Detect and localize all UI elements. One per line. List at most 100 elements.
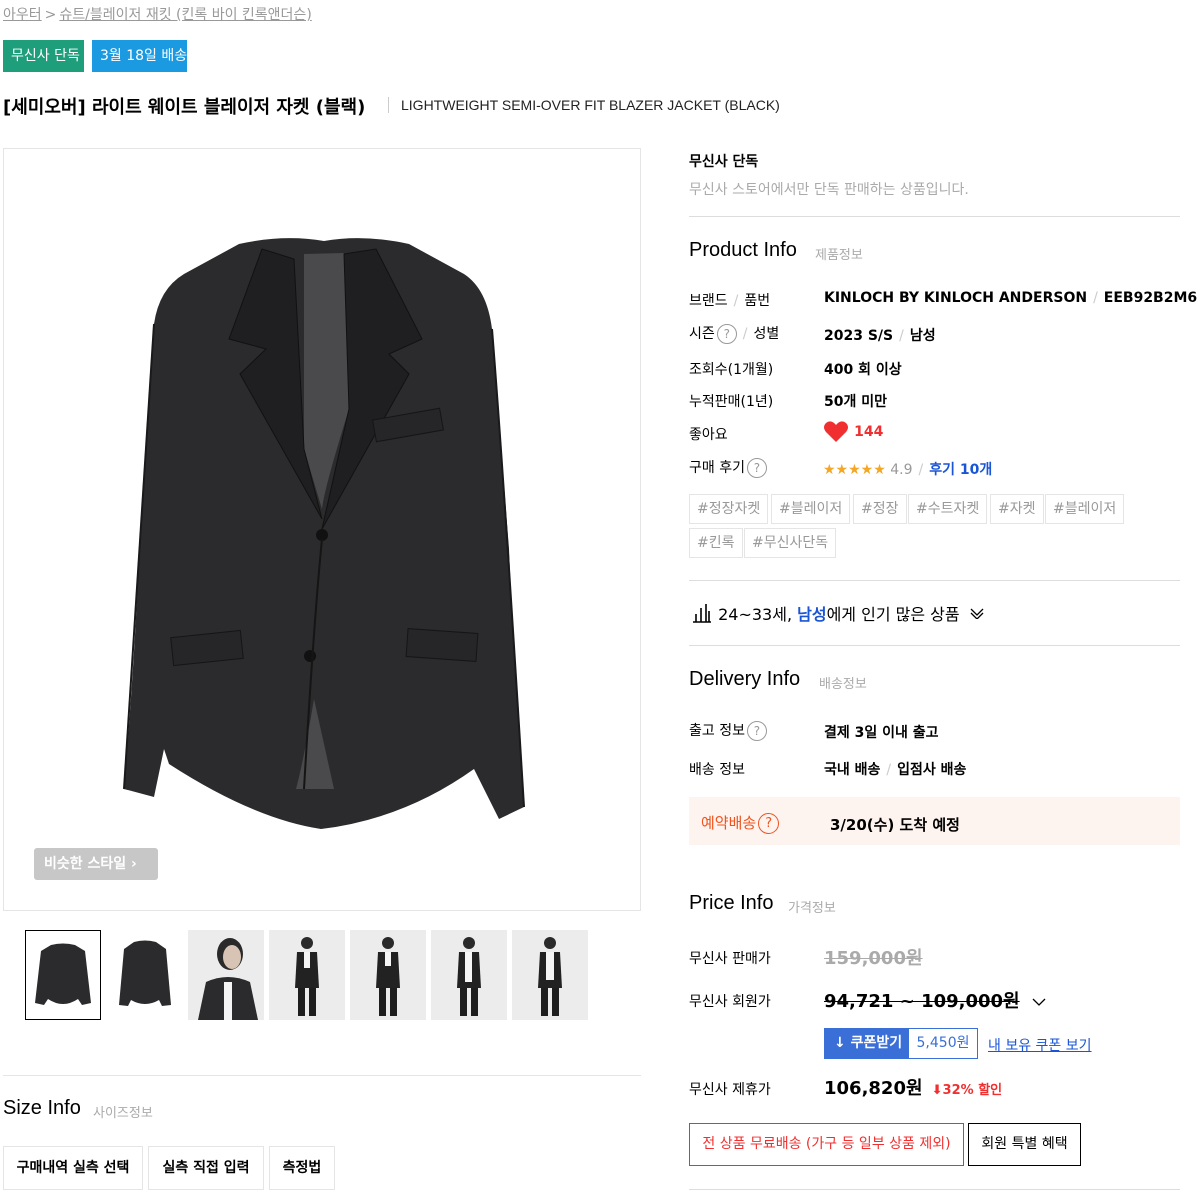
chevron-down-icon <box>970 608 984 620</box>
product-info-subtitle: 제품정보 <box>815 248 863 263</box>
brand-code-label: 브랜드 / 품번 <box>689 293 771 309</box>
thumbnail-model-full-2[interactable] <box>350 930 426 1020</box>
popular-products-toggle[interactable]: 24~33세, 남성에게 인기 많은 상품 <box>691 601 985 625</box>
sales-label: 누적판매(1년) <box>689 394 774 410</box>
member-price-label: 무신사 회원가 <box>689 994 771 1010</box>
tag[interactable]: #수트자켓 <box>908 494 988 524</box>
partner-price-row: 106,820원 ⬇32% 할인 <box>824 1074 1002 1100</box>
brand-label: 브랜드 <box>689 293 728 309</box>
reserve-date: 3/20(수) 도착 예정 <box>830 816 960 834</box>
shipping-value: 국내 배송 / 입점사 배송 <box>824 762 967 778</box>
divider <box>689 645 1180 646</box>
product-title-ko: [세미오버] 라이트 웨이트 블레이저 자켓 (블랙) <box>3 97 366 118</box>
tag[interactable]: #킨록 <box>689 528 743 558</box>
free-shipping-banner[interactable]: 전 상품 무료배송 (가구 등 일부 상품 제외) <box>689 1123 964 1166</box>
coupon-amount: 5,450원 <box>908 1028 978 1059</box>
purchase-history-size-button[interactable]: 구매내역 실측 선택 <box>3 1146 143 1190</box>
help-icon[interactable]: ? <box>716 324 737 344</box>
tag[interactable]: #블레이저 <box>771 494 851 524</box>
thumbnail-model-full-3[interactable] <box>431 930 507 1020</box>
review-count-link[interactable]: 후기 10개 <box>929 462 992 478</box>
my-coupons-link[interactable]: 내 보유 쿠폰 보기 <box>988 1035 1092 1055</box>
main-product-image[interactable] <box>3 148 641 911</box>
help-icon[interactable]: ? <box>758 813 780 834</box>
member-price-toggle[interactable]: 94,721 ~ 109,000원 <box>824 987 1047 1013</box>
views-label: 조회수(1개월) <box>689 362 774 378</box>
discount-text: 32% 할인 <box>942 1083 1003 1098</box>
reserve-label: 예약배송 <box>701 814 757 832</box>
review-label: 구매 후기 <box>689 460 745 476</box>
thumbnail-jacket-back[interactable] <box>107 930 183 1020</box>
release-value: 결제 3일 이내 출고 <box>824 725 939 741</box>
download-icon: ↓ <box>834 1035 846 1051</box>
popular-suffix: 에게 인기 많은 상품 <box>826 605 960 624</box>
tag[interactable]: #블레이저 <box>1045 494 1125 524</box>
partner-price-label: 무신사 제휴가 <box>689 1082 771 1098</box>
popular-age-range: 24~33세, <box>718 605 793 624</box>
delivery-date-badge: 3월 18일 배송 <box>92 40 187 72</box>
exclusive-notice-title: 무신사 단독 <box>689 154 759 170</box>
coupon-button-label: 쿠폰받기 <box>850 1035 903 1051</box>
code-label: 품번 <box>744 293 771 309</box>
rating-value: 4.9 <box>890 462 913 478</box>
season-gender-value: 2023 S/S / 남성 <box>824 328 936 344</box>
breadcrumb-category-link[interactable]: 아우터 <box>3 7 42 23</box>
member-price: 94,721 ~ 109,000원 <box>824 991 1020 1012</box>
direct-size-input-button[interactable]: 실측 직접 입력 <box>148 1146 264 1190</box>
shipping-label: 배송 정보 <box>689 762 745 778</box>
likes-label: 좋아요 <box>689 427 728 443</box>
exclusive-badge: 무신사 단독 <box>3 40 84 72</box>
gender-value: 남성 <box>909 328 936 344</box>
measurement-guide-button[interactable]: 측정법 <box>269 1146 335 1190</box>
breadcrumb-separator: > <box>44 7 57 23</box>
title-divider <box>388 97 389 113</box>
views-value: 400 회 이상 <box>824 362 902 378</box>
blazer-image <box>123 238 525 829</box>
thumbnail-model-full-4[interactable] <box>512 930 588 1020</box>
tag[interactable]: #자켓 <box>990 494 1044 524</box>
tag[interactable]: #정장자켓 <box>689 494 769 524</box>
sale-price-label: 무신사 판매가 <box>689 951 771 967</box>
similar-style-label: 비슷한 스타일 <box>44 856 127 872</box>
popular-gender: 남성 <box>797 605 827 624</box>
help-icon[interactable]: ? <box>746 721 767 741</box>
similar-style-button[interactable]: 비슷한 스타일 › <box>34 848 158 880</box>
delivery-info-title: Delivery Info <box>689 668 801 690</box>
delivery-info-subtitle: 배송정보 <box>819 677 867 692</box>
member-benefit-button[interactable]: 회원 특별 혜택 <box>968 1123 1081 1166</box>
help-icon[interactable]: ? <box>746 458 767 478</box>
gender-label: 성별 <box>753 326 780 342</box>
coupon-download-button[interactable]: ↓ 쿠폰받기 <box>824 1028 908 1059</box>
thumbnail-model-closeup[interactable] <box>188 930 264 1020</box>
breadcrumb-subcategory-link[interactable]: 슈트/블레이저 재킷 (킨록 바이 킨록앤더슨) <box>59 7 311 23</box>
tag[interactable]: #무신사단독 <box>744 528 837 558</box>
discount-rate: ⬇32% 할인 <box>932 1083 1002 1098</box>
season-gender-label: 시즌? / 성별 <box>689 324 780 344</box>
chevron-down-icon <box>1032 998 1046 1006</box>
size-divider <box>3 1075 641 1076</box>
release-label: 출고 정보 <box>689 723 745 739</box>
like-button[interactable]: 144 <box>823 420 883 444</box>
shipping-store: 입점사 배송 <box>897 762 967 778</box>
thumbnail-jacket-front[interactable] <box>25 930 101 1020</box>
reserve-label-row: 예약배송? <box>701 812 780 834</box>
divider <box>689 1189 1180 1190</box>
product-info-title: Product Info <box>689 239 797 261</box>
code-value: EEB92B2M6 <box>1103 290 1198 306</box>
product-title-en: LIGHTWEIGHT SEMI-OVER FIT BLAZER JACKET … <box>401 97 780 113</box>
brand-value[interactable]: KINLOCH BY KINLOCH ANDERSON <box>824 290 1087 306</box>
star-rating-icon: ★★★★★ <box>823 462 886 478</box>
bar-chart-icon <box>693 604 711 623</box>
sale-price: 159,000원 <box>824 948 923 969</box>
chevron-right-icon: › <box>131 856 137 872</box>
release-label-row: 출고 정보? <box>689 720 767 741</box>
arrow-down-icon: ⬇ <box>931 1083 943 1098</box>
sales-value: 50개 미만 <box>824 394 887 410</box>
tag[interactable]: #정장 <box>853 494 907 524</box>
size-info-subtitle: 사이즈정보 <box>93 1106 153 1121</box>
likes-count: 144 <box>854 424 884 440</box>
shipping-domestic: 국내 배송 <box>824 762 881 778</box>
review-summary: ★★★★★ 4.9/후기 10개 <box>823 462 993 478</box>
brand-code-value: KINLOCH BY KINLOCH ANDERSON / EEB92B2M6 <box>824 290 1198 306</box>
thumbnail-model-full-1[interactable] <box>269 930 345 1020</box>
